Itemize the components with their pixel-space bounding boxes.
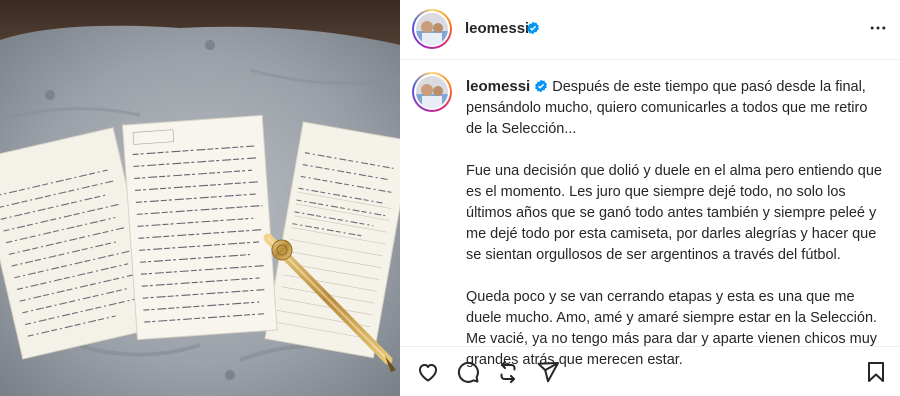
avatar[interactable] bbox=[412, 9, 452, 49]
letter-page-middle bbox=[121, 114, 278, 341]
bookmark-icon[interactable] bbox=[864, 360, 888, 384]
verified-badge-icon bbox=[535, 79, 548, 93]
repost-icon[interactable] bbox=[496, 360, 520, 384]
caption-avatar[interactable] bbox=[412, 72, 452, 112]
post-panel: leomessi leomessi Después de este tiempo… bbox=[400, 0, 900, 396]
caption-username[interactable]: leomessi bbox=[466, 78, 530, 95]
caption-paragraph-2: Fue una decisión que dolió y duele en el… bbox=[466, 163, 882, 263]
post-header: leomessi bbox=[400, 0, 900, 60]
heart-icon[interactable] bbox=[416, 360, 440, 384]
comment-icon[interactable] bbox=[456, 360, 480, 384]
caption-comment: leomessi Después de este tiempo que pasó… bbox=[400, 60, 900, 368]
letters-photo bbox=[0, 0, 400, 396]
post-image[interactable] bbox=[0, 0, 400, 396]
verified-badge-icon bbox=[527, 21, 539, 35]
action-bar bbox=[400, 346, 900, 396]
more-horizontal-icon[interactable] bbox=[868, 18, 888, 38]
share-icon[interactable] bbox=[536, 360, 560, 384]
username[interactable]: leomessi bbox=[465, 20, 529, 37]
caption-text: leomessi Después de este tiempo que pasó… bbox=[466, 76, 886, 371]
